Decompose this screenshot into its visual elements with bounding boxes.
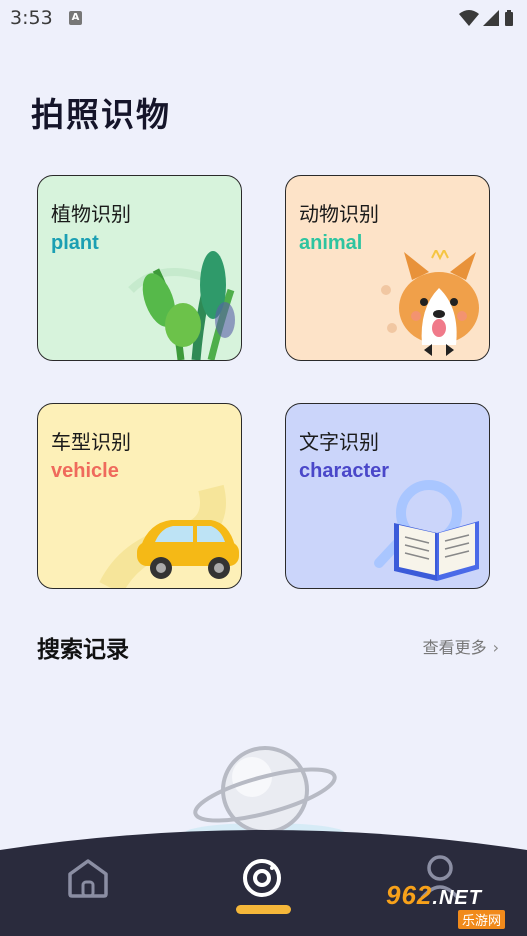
status-time: 3:53 [10, 7, 53, 29]
signal-icon [483, 10, 499, 26]
card-subtitle: animal [299, 232, 363, 254]
scan-icon[interactable] [240, 858, 284, 902]
watermark-main: 962.NET [386, 880, 482, 911]
card-title: 车型识别 [51, 430, 131, 454]
home-icon[interactable] [66, 858, 110, 898]
card-title: 文字识别 [299, 430, 379, 454]
card-subtitle: plant [51, 232, 99, 254]
notification-icon: A [69, 11, 82, 25]
status-icons [457, 8, 517, 32]
book-icon [374, 480, 479, 581]
view-more-label: 查看更多 [422, 638, 487, 657]
battery-icon [505, 10, 513, 26]
car-icon [99, 484, 239, 588]
watermark-number: 962 [386, 880, 433, 910]
wifi-icon [459, 10, 479, 26]
card-vehicle[interactable]: 车型识别 vehicle [37, 403, 242, 589]
card-plant[interactable]: 植物识别 plant [37, 175, 242, 361]
watermark-logo: 962.NET 乐游网 [386, 880, 522, 930]
history-title: 搜索记录 [37, 637, 129, 663]
watermark-sub: 乐游网 [458, 910, 506, 929]
card-title: 植物识别 [51, 202, 131, 226]
dog-icon [381, 250, 479, 356]
plant-icon [128, 251, 235, 360]
chevron-right-icon: › [492, 638, 499, 657]
card-character[interactable]: 文字识别 character [285, 403, 490, 589]
view-more-link[interactable]: 查看更多 › [423, 634, 499, 658]
watermark-suffix: .NET [432, 887, 482, 909]
active-indicator [236, 905, 291, 914]
status-bar: 3:53 A [0, 0, 527, 38]
card-title: 动物识别 [299, 202, 379, 226]
page-title: 拍照识物 [31, 95, 171, 134]
card-animal[interactable]: 动物识别 animal [285, 175, 490, 361]
